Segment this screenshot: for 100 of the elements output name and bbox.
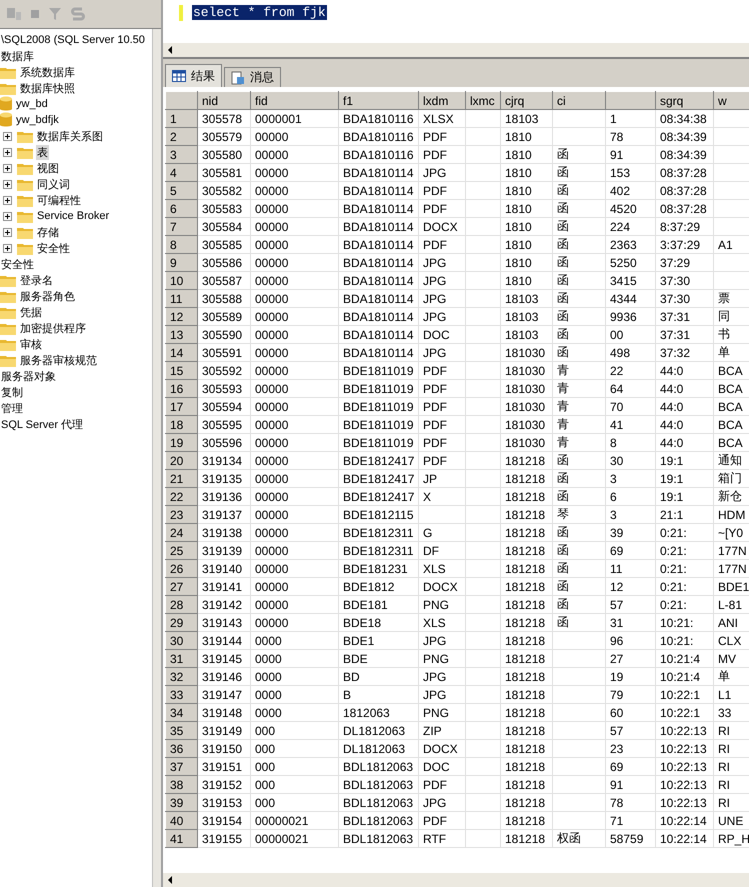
column-header[interactable]: lxmc <box>466 92 500 110</box>
tree-item[interactable]: 同义词 <box>36 176 71 192</box>
row-header[interactable]: 35 <box>166 722 198 740</box>
tree-item[interactable]: 管理 <box>0 400 24 416</box>
row-header[interactable]: 24 <box>166 524 198 542</box>
row-header[interactable]: 23 <box>166 506 198 524</box>
tree-item[interactable]: 凭据 <box>19 304 43 320</box>
column-header[interactable]: nid <box>198 92 250 110</box>
row-header[interactable]: 32 <box>166 668 198 686</box>
tree-item[interactable]: 服务器角色 <box>19 288 76 304</box>
column-header[interactable] <box>606 92 656 110</box>
tree-item[interactable]: 服务器审核规范 <box>19 352 98 368</box>
row-header[interactable]: 31 <box>166 650 198 668</box>
row-header[interactable]: 26 <box>166 560 198 578</box>
tree-item[interactable]: 复制 <box>0 384 24 400</box>
column-header[interactable]: fid <box>250 92 338 110</box>
row-header[interactable]: 30 <box>166 632 198 650</box>
column-header[interactable]: ci <box>552 92 606 110</box>
tree-item[interactable]: yw_bdfjk <box>15 114 60 126</box>
tree-item[interactable]: 服务器对象 <box>0 368 57 384</box>
row-header[interactable]: 29 <box>166 614 198 632</box>
row-header[interactable]: 15 <box>166 362 198 380</box>
row-header[interactable]: 7 <box>166 218 198 236</box>
expand-icon[interactable] <box>3 196 12 204</box>
expand-icon[interactable] <box>3 148 12 156</box>
expand-icon[interactable] <box>3 180 12 188</box>
tree-item[interactable]: \SQL2008 (SQL Server 10.50 <box>0 34 146 46</box>
tree-item[interactable]: 数据库快照 <box>19 80 76 96</box>
table-cell: 函 <box>557 273 569 287</box>
row-header[interactable]: 18 <box>166 416 198 434</box>
tree-item[interactable]: 可编程性 <box>36 192 82 208</box>
row-header[interactable]: 36 <box>166 740 198 758</box>
row-header[interactable]: 21 <box>166 470 198 488</box>
expand-icon[interactable] <box>3 164 12 172</box>
tree-item[interactable]: SQL Server 代理 <box>0 416 84 432</box>
row-header[interactable]: 40 <box>166 812 198 830</box>
row-header[interactable]: 33 <box>166 686 198 704</box>
row-header[interactable]: 25 <box>166 542 198 560</box>
row-header[interactable]: 2 <box>166 128 198 146</box>
row-header[interactable]: 4 <box>166 164 198 182</box>
row-header[interactable]: 39 <box>166 794 198 812</box>
tree-item[interactable]: 表 <box>36 144 49 160</box>
tree-item[interactable]: 审核 <box>19 336 43 352</box>
row-header[interactable]: 6 <box>166 200 198 218</box>
tree-item[interactable]: 系统数据库 <box>19 64 76 80</box>
table-cell: 27 <box>610 652 624 666</box>
tree-item[interactable]: 加密提供程序 <box>19 320 87 336</box>
tree-item[interactable]: 登录名 <box>19 272 54 288</box>
row-header[interactable]: 1 <box>166 110 198 128</box>
row-header[interactable]: 20 <box>166 452 198 470</box>
tree-item[interactable]: Service Broker <box>36 210 110 222</box>
column-header[interactable]: cjrq <box>500 92 552 110</box>
table-cell: 函 <box>557 327 569 341</box>
tree-item[interactable]: 存储 <box>36 224 60 240</box>
scroll-left-icon[interactable] <box>166 876 174 884</box>
row-header[interactable]: 14 <box>166 344 198 362</box>
table-cell: BDA1810114 <box>343 202 414 216</box>
column-header[interactable]: sgrq <box>656 92 714 110</box>
row-header[interactable]: 8 <box>166 236 198 254</box>
result-tab[interactable]: 结果 <box>165 64 222 87</box>
row-header[interactable]: 11 <box>166 290 198 308</box>
scroll-left-icon[interactable] <box>166 46 174 54</box>
row-header[interactable]: 34 <box>166 704 198 722</box>
tree-item[interactable]: 数据库 <box>0 48 35 64</box>
row-header[interactable]: 17 <box>166 398 198 416</box>
table-cell: BDA1810114 <box>343 220 414 234</box>
row-header[interactable]: 3 <box>166 146 198 164</box>
table-cell: 30 <box>610 454 624 468</box>
table-cell: 19 <box>610 670 624 684</box>
row-header[interactable]: 22 <box>166 488 198 506</box>
column-header[interactable]: w <box>714 92 749 110</box>
tree-item[interactable]: 数据库关系图 <box>36 128 104 144</box>
tree-item[interactable]: 安全性 <box>36 240 71 256</box>
tree-item[interactable]: 视图 <box>36 160 60 176</box>
row-header[interactable]: 19 <box>166 434 198 452</box>
expand-icon[interactable] <box>3 244 12 252</box>
row-header[interactable]: 28 <box>166 596 198 614</box>
expand-icon[interactable] <box>3 228 12 236</box>
expand-icon[interactable] <box>3 212 12 220</box>
table-cell: XLS <box>423 562 446 576</box>
row-header[interactable]: 38 <box>166 776 198 794</box>
table-cell: 10:22:1 <box>660 688 700 702</box>
table-cell: 319140 <box>202 562 242 576</box>
row-header[interactable]: 9 <box>166 254 198 272</box>
tree-item[interactable]: 安全性 <box>0 256 35 272</box>
expand-icon[interactable] <box>3 132 12 140</box>
result-tab[interactable]: 消息 <box>224 67 281 87</box>
scrollbar[interactable] <box>152 29 161 887</box>
tree-item[interactable]: yw_bd <box>15 98 49 110</box>
row-header[interactable]: 16 <box>166 380 198 398</box>
row-header[interactable]: 41 <box>166 830 198 848</box>
row-header[interactable]: 10 <box>166 272 198 290</box>
table-cell: PDF <box>423 364 447 378</box>
row-header[interactable]: 27 <box>166 578 198 596</box>
row-header[interactable]: 13 <box>166 326 198 344</box>
column-header[interactable]: f1 <box>338 92 418 110</box>
column-header[interactable]: lxdm <box>418 92 466 110</box>
row-header[interactable]: 37 <box>166 758 198 776</box>
row-header[interactable]: 5 <box>166 182 198 200</box>
row-header[interactable]: 12 <box>166 308 198 326</box>
